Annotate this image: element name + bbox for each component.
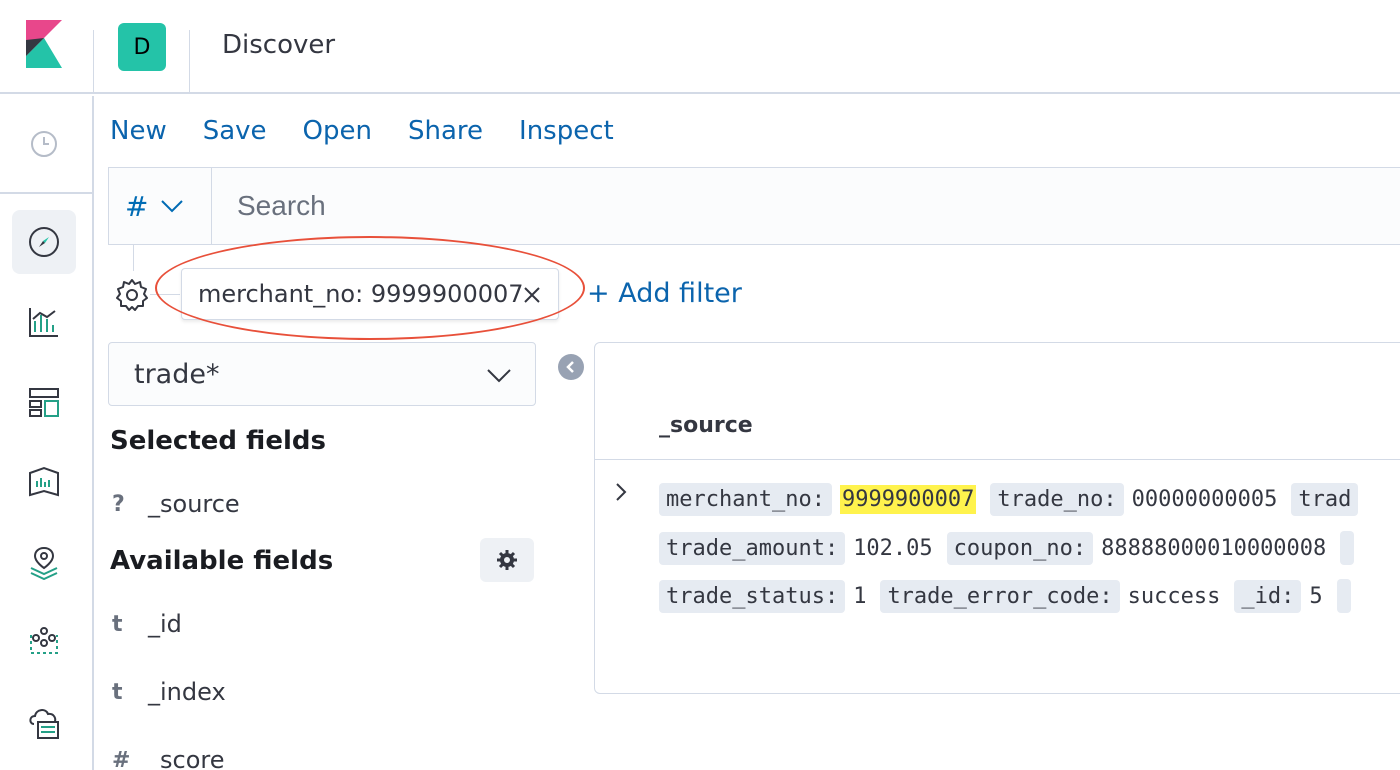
side-nav bbox=[0, 96, 94, 770]
share-button[interactable]: Share bbox=[408, 116, 483, 156]
chevron-right-icon[interactable] bbox=[613, 481, 629, 503]
field-key bbox=[1336, 579, 1351, 613]
filter-pill-label: merchant_no: 9999900007 bbox=[198, 280, 524, 308]
table-row-line: merchant_no: 9999900007 trade_no: 000000… bbox=[659, 483, 1366, 516]
dashboard-icon bbox=[29, 388, 59, 417]
nav-infrastructure[interactable] bbox=[12, 690, 76, 754]
nav-canvas[interactable] bbox=[12, 450, 76, 514]
query-bar: # bbox=[108, 167, 1400, 245]
field-type-number-icon: # bbox=[112, 747, 131, 770]
close-icon[interactable] bbox=[522, 285, 542, 305]
field-name: _id bbox=[148, 610, 182, 638]
available-fields-title: Available fields bbox=[110, 546, 334, 576]
nav-maps[interactable] bbox=[12, 530, 76, 594]
table-header-divider bbox=[595, 459, 1400, 460]
new-button[interactable]: New bbox=[110, 116, 167, 156]
nav-separator bbox=[0, 192, 92, 194]
field-value: 00000000005 bbox=[1131, 487, 1278, 512]
field-key: trade_status: bbox=[659, 579, 846, 613]
header-divider bbox=[189, 30, 190, 94]
field-type-string-icon: t bbox=[112, 611, 123, 637]
compass-icon bbox=[29, 227, 59, 257]
machine-learning-icon bbox=[30, 627, 58, 654]
field-name: _score bbox=[148, 746, 225, 770]
nav-visualize[interactable] bbox=[12, 290, 76, 354]
selected-fields-title: Selected fields bbox=[110, 426, 326, 456]
field-item-source[interactable]: ? _source bbox=[112, 490, 240, 518]
nav-dashboard[interactable] bbox=[12, 370, 76, 434]
search-input[interactable] bbox=[213, 168, 1313, 244]
infrastructure-icon bbox=[29, 709, 59, 739]
field-key: trade_no: bbox=[990, 483, 1124, 516]
table-row-line: trade_status: 1 trade_error_code: succes… bbox=[659, 579, 1359, 613]
visualize-icon bbox=[29, 308, 58, 337]
field-key: _id: bbox=[1234, 579, 1302, 613]
top-menu: New Save Open Share Inspect bbox=[110, 116, 650, 156]
field-type-string-icon: t bbox=[112, 679, 123, 705]
field-key: merchant_no: bbox=[659, 483, 832, 516]
column-header-source: _source bbox=[659, 413, 753, 438]
index-pattern-value: trade* bbox=[134, 358, 220, 390]
field-key: trade_error_code: bbox=[880, 579, 1120, 613]
field-value: 88888000010000008 bbox=[1101, 535, 1327, 561]
field-value-highlighted: 9999900007 bbox=[839, 485, 977, 514]
field-name: _index bbox=[148, 678, 226, 706]
table-row-line: trade_amount: 102.05 coupon_no: 88888000… bbox=[659, 531, 1362, 565]
field-key: trad bbox=[1291, 483, 1359, 516]
field-key: trade_amount: bbox=[659, 531, 846, 565]
page-title: Discover bbox=[222, 30, 336, 60]
query-language-symbol: # bbox=[125, 189, 149, 223]
nav-ml[interactable] bbox=[12, 610, 76, 674]
kibana-logo[interactable] bbox=[24, 20, 64, 68]
field-key bbox=[1340, 531, 1355, 565]
field-value: success bbox=[1127, 583, 1221, 609]
field-item-score[interactable]: # _score bbox=[112, 746, 225, 770]
app-header: D Discover bbox=[0, 0, 1400, 94]
index-pattern-select[interactable]: trade* bbox=[108, 342, 536, 406]
space-avatar[interactable]: D bbox=[118, 23, 166, 71]
field-item-id[interactable]: t _id bbox=[112, 610, 182, 638]
chevron-down-icon bbox=[161, 200, 184, 213]
query-language-button[interactable]: # bbox=[109, 168, 212, 244]
header-divider bbox=[93, 30, 94, 94]
gear-icon bbox=[497, 550, 517, 570]
inspect-button[interactable]: Inspect bbox=[519, 116, 614, 156]
field-value: 1 bbox=[853, 583, 867, 609]
field-key: coupon_no: bbox=[946, 531, 1094, 565]
filter-pill[interactable]: merchant_no: 9999900007 bbox=[181, 268, 559, 320]
nav-recently-viewed[interactable] bbox=[12, 112, 76, 176]
save-button[interactable]: Save bbox=[203, 116, 267, 156]
filter-connector-line bbox=[133, 245, 134, 271]
field-name: _source bbox=[148, 490, 240, 518]
collapse-sidebar-button[interactable] bbox=[558, 354, 584, 380]
clock-icon bbox=[31, 131, 57, 157]
chevron-left-icon bbox=[566, 361, 574, 373]
nav-discover[interactable] bbox=[12, 210, 76, 274]
field-type-unknown-icon: ? bbox=[112, 491, 125, 517]
field-value: 102.05 bbox=[853, 535, 933, 561]
open-button[interactable]: Open bbox=[303, 116, 372, 156]
doc-table: _source merchant_no: 9999900007 trade_no… bbox=[594, 342, 1400, 694]
canvas-icon bbox=[29, 466, 59, 497]
field-settings-button[interactable] bbox=[480, 538, 534, 582]
add-filter-button[interactable]: + Add filter bbox=[587, 278, 742, 309]
filter-connector-line bbox=[150, 294, 180, 295]
chevron-down-icon bbox=[487, 369, 511, 383]
field-value: 5 bbox=[1309, 583, 1323, 609]
gear-icon[interactable] bbox=[114, 277, 150, 313]
maps-icon bbox=[30, 546, 58, 580]
field-item-index[interactable]: t _index bbox=[112, 678, 226, 706]
